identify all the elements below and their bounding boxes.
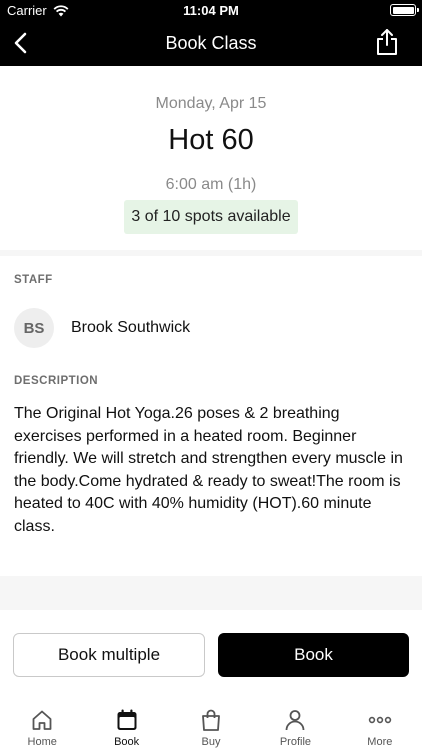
- tab-label: Profile: [279, 736, 312, 748]
- staff-avatar: BS: [14, 308, 54, 348]
- class-date: Monday, Apr 15: [155, 95, 267, 112]
- book-multiple-button[interactable]: Book multiple: [13, 633, 205, 677]
- profile-icon: [286, 710, 305, 731]
- tab-bar: Home Book Buy Profile More: [0, 700, 422, 750]
- tab-home[interactable]: Home: [0, 700, 84, 750]
- calendar-icon: [117, 709, 137, 730]
- spots-available-badge: 3 of 10 spots available: [124, 200, 298, 234]
- battery-icon: [390, 4, 419, 16]
- staff-row[interactable]: BS Brook Southwick: [14, 308, 408, 348]
- shopping-bag-icon: [202, 709, 220, 731]
- tab-label: Book: [114, 736, 140, 748]
- class-time: 6:00 am (1h): [165, 176, 257, 193]
- class-name: Hot 60: [168, 124, 254, 156]
- tab-profile[interactable]: Profile: [253, 700, 337, 750]
- status-bar: Carrier 11:04 PM: [0, 0, 422, 20]
- class-summary: Monday, Apr 15 Hot 60 6:00 am (1h) 3 of …: [0, 66, 422, 252]
- home-icon: [32, 710, 52, 730]
- page-title: Book Class: [165, 33, 257, 53]
- tab-label: More: [367, 736, 393, 748]
- section-divider: [0, 250, 422, 256]
- description-section-label: DESCRIPTION: [14, 375, 99, 387]
- class-description: The Original Hot Yoga.26 poses & 2 breat…: [14, 405, 403, 535]
- share-icon[interactable]: [374, 28, 400, 56]
- tab-book[interactable]: Book: [84, 700, 168, 750]
- tab-label: Buy: [201, 736, 221, 748]
- navigation-bar: Book Class: [0, 20, 422, 66]
- staff-section-label: STAFF: [14, 274, 53, 286]
- staff-name: Brook Southwick: [71, 319, 191, 336]
- footer-divider: [0, 576, 422, 610]
- more-icon: [368, 716, 392, 724]
- tab-label: Home: [27, 736, 57, 748]
- book-button[interactable]: Book: [218, 633, 409, 677]
- tab-buy[interactable]: Buy: [169, 700, 253, 750]
- tab-more[interactable]: More: [338, 700, 422, 750]
- status-time: 11:04 PM: [183, 3, 239, 18]
